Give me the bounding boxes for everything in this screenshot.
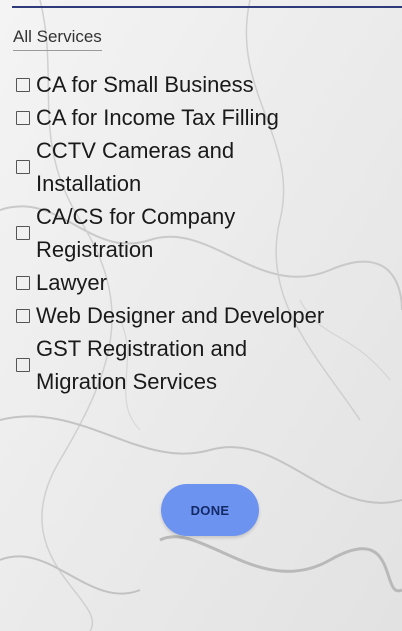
service-option-web-designer[interactable]: Web Designer and Developer <box>16 299 402 332</box>
service-label-line1: CA/CS for Company <box>36 204 236 229</box>
done-button[interactable]: DONE <box>161 484 259 536</box>
service-option-lawyer[interactable]: Lawyer <box>16 266 402 299</box>
service-label-line1: GST Registration and <box>36 336 248 361</box>
checkbox[interactable] <box>16 308 30 323</box>
service-label: CA for Small Business <box>36 72 254 97</box>
service-label-line2: Migration Services <box>36 369 217 394</box>
service-option-small-business[interactable]: CA for Small Business <box>16 68 402 101</box>
service-option-cctv[interactable]: CCTV Cameras and Installation <box>16 134 402 200</box>
checkbox[interactable] <box>16 358 30 372</box>
service-label-line1: CCTV Cameras and <box>36 138 235 163</box>
service-label: CA for Income Tax Filling <box>36 105 279 130</box>
service-label: Web Designer and Developer <box>36 303 325 328</box>
top-divider <box>12 6 402 8</box>
checkbox[interactable] <box>16 160 30 174</box>
service-label-line2: Installation <box>36 171 142 196</box>
services-checkbox-list: CA for Small Business CA for Income Tax … <box>16 68 402 398</box>
service-label: Lawyer <box>36 270 107 295</box>
checkbox[interactable] <box>16 77 30 92</box>
service-option-gst[interactable]: GST Registration and Migration Services <box>16 332 402 398</box>
service-label-line2: Registration <box>36 237 154 262</box>
checkbox[interactable] <box>16 275 30 290</box>
service-option-company-registration[interactable]: CA/CS for Company Registration <box>16 200 402 266</box>
checkbox[interactable] <box>16 226 30 240</box>
checkbox[interactable] <box>16 110 30 125</box>
page-title: All Services <box>13 27 102 51</box>
service-option-income-tax[interactable]: CA for Income Tax Filling <box>16 101 402 134</box>
